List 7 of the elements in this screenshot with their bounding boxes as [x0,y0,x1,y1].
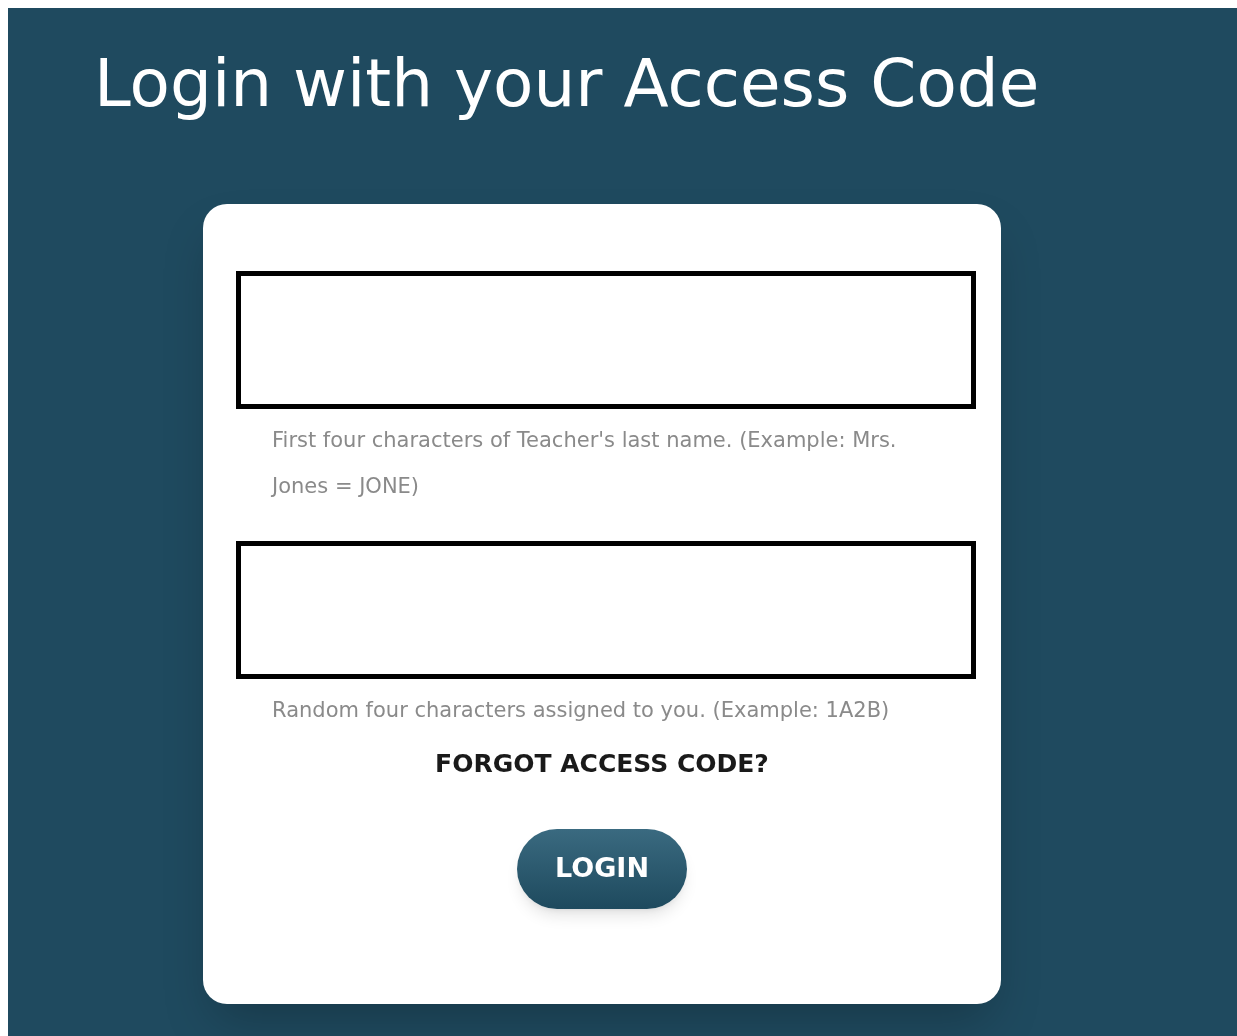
input-field[interactable] [236,271,976,409]
input-field[interactable] [236,541,976,679]
field-help-text: First four characters of Teacher's last name. (Example: Mrs. Jones = JONE) [272,427,898,500]
field-help-text: Random four characters assigned to you. (Example: 1A2B) [272,697,891,724]
forgot-access-code-link[interactable]: FORGOT ACCESS CODE? [435,745,769,783]
page-title: Login with your Access Code [94,44,1041,124]
login-button[interactable]: LOGIN [517,828,687,909]
